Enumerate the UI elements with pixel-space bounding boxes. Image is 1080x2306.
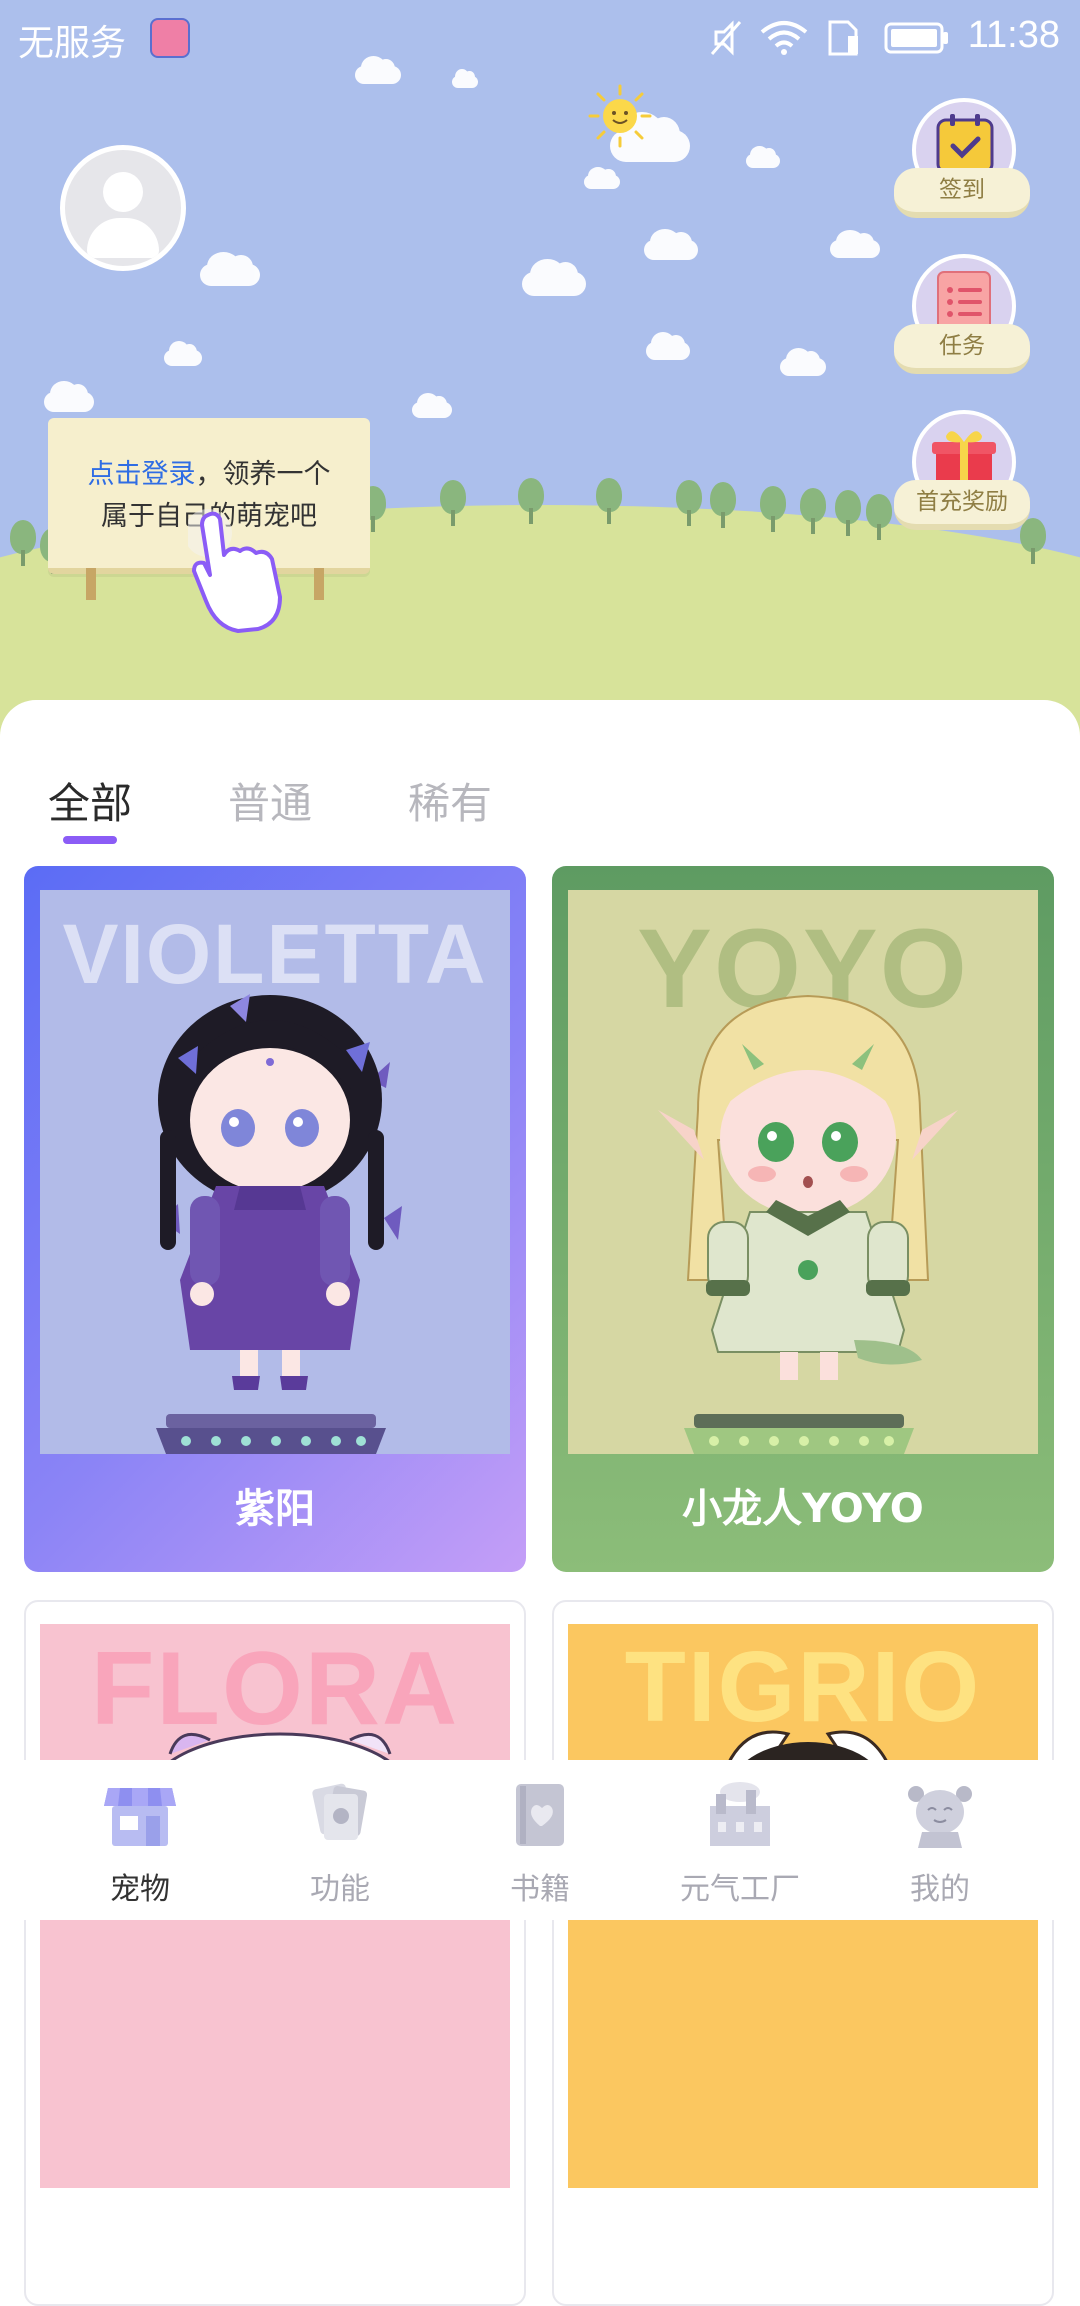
tree <box>866 494 892 542</box>
nav-item-pets[interactable]: 宠物 <box>40 1760 240 1920</box>
tree <box>800 488 826 536</box>
book-icon <box>516 1784 564 1846</box>
tree <box>676 480 702 528</box>
cloud <box>644 229 698 260</box>
board-line-1: 点击登录，领养一个 <box>48 452 370 491</box>
first-recharge-label: 首充奖励 <box>894 480 1030 530</box>
pet-card-violetta[interactable]: VIOLETTA 紫阳 <box>24 866 526 1572</box>
bottom-navigation: 宠物 功能 书籍 元气工厂 我的 <box>0 1760 1080 1920</box>
sim-icon <box>828 20 858 56</box>
pet-card-image: VIOLETTA <box>40 890 510 1454</box>
tree <box>760 486 786 534</box>
cloud <box>522 258 586 296</box>
profile-icon <box>908 1786 972 1848</box>
login-link[interactable]: 点击登录 <box>88 459 196 490</box>
sign-in-button[interactable]: 签到 <box>894 98 1034 238</box>
tree <box>835 490 861 538</box>
cloud <box>164 341 202 366</box>
pet-card-tigrio[interactable]: TIGRIO <box>552 1600 1054 2306</box>
sun-icon <box>588 84 652 148</box>
nav-item-books[interactable]: 书籍 <box>440 1760 640 1920</box>
board-post-left <box>86 568 96 600</box>
nav-item-functions[interactable]: 功能 <box>240 1760 440 1920</box>
shop-icon <box>104 1788 176 1846</box>
pet-card-flora[interactable]: FLORA <box>24 1600 526 2306</box>
mute-icon <box>710 20 742 56</box>
status-bar: 无服务 11:38 <box>0 0 1080 76</box>
tab-indicator <box>63 836 117 844</box>
user-avatar[interactable] <box>60 145 186 271</box>
pedestal <box>684 1414 914 1454</box>
cloud <box>646 332 690 360</box>
tree <box>710 482 736 530</box>
battery-icon <box>884 22 948 54</box>
cloud <box>780 348 826 376</box>
tree <box>10 520 36 568</box>
nav-label: 元气工厂 <box>680 1872 800 1907</box>
first-recharge-button[interactable]: 首充奖励 <box>894 410 1034 550</box>
tree <box>518 478 544 526</box>
wifi-icon <box>760 21 808 55</box>
pointing-hand-icon <box>188 509 282 633</box>
avatar-body <box>87 218 159 258</box>
cloud <box>44 381 94 412</box>
cloud <box>452 69 478 88</box>
pet-name: 紫阳 <box>235 1486 315 1532</box>
pet-card-image: YOYO <box>568 890 1038 1454</box>
tree <box>596 478 622 526</box>
tab-normal[interactable]: 普通 <box>228 770 312 831</box>
board-line-1-rest: ，领养一个 <box>195 459 331 490</box>
pet-card-yoyo[interactable]: YOYO 小龙人YOYO <box>552 866 1054 1572</box>
cloud <box>584 167 620 189</box>
nav-label: 书籍 <box>510 1872 570 1907</box>
nav-label: 我的 <box>910 1872 970 1907</box>
tree <box>440 480 466 528</box>
pet-name: 小龙人YOYO <box>682 1486 924 1532</box>
cloud <box>412 393 452 418</box>
nav-item-factory[interactable]: 元气工厂 <box>640 1760 840 1920</box>
clock-text: 11:38 <box>967 14 1060 56</box>
cloud <box>830 230 880 258</box>
factory-icon <box>710 1782 770 1846</box>
cards-icon <box>312 1783 368 1840</box>
nav-item-profile[interactable]: 我的 <box>840 1760 1040 1920</box>
violetta-character <box>158 994 402 1390</box>
tab-all[interactable]: 全部 <box>48 770 132 831</box>
tab-rare[interactable]: 稀有 <box>408 770 492 831</box>
carrier-text: 无服务 <box>18 22 127 63</box>
tasks-label: 任务 <box>894 324 1030 374</box>
yoyo-character <box>658 994 958 1380</box>
pedestal <box>156 1414 386 1454</box>
app-icon <box>150 18 190 58</box>
cloud <box>746 146 780 168</box>
cloud <box>200 251 260 286</box>
avatar-head <box>103 172 143 212</box>
nav-label: 功能 <box>310 1872 370 1907</box>
tasks-button[interactable]: 任务 <box>894 254 1034 394</box>
nav-label: 宠物 <box>110 1872 170 1907</box>
sign-in-label: 签到 <box>894 168 1030 218</box>
board-post-right <box>314 568 324 600</box>
